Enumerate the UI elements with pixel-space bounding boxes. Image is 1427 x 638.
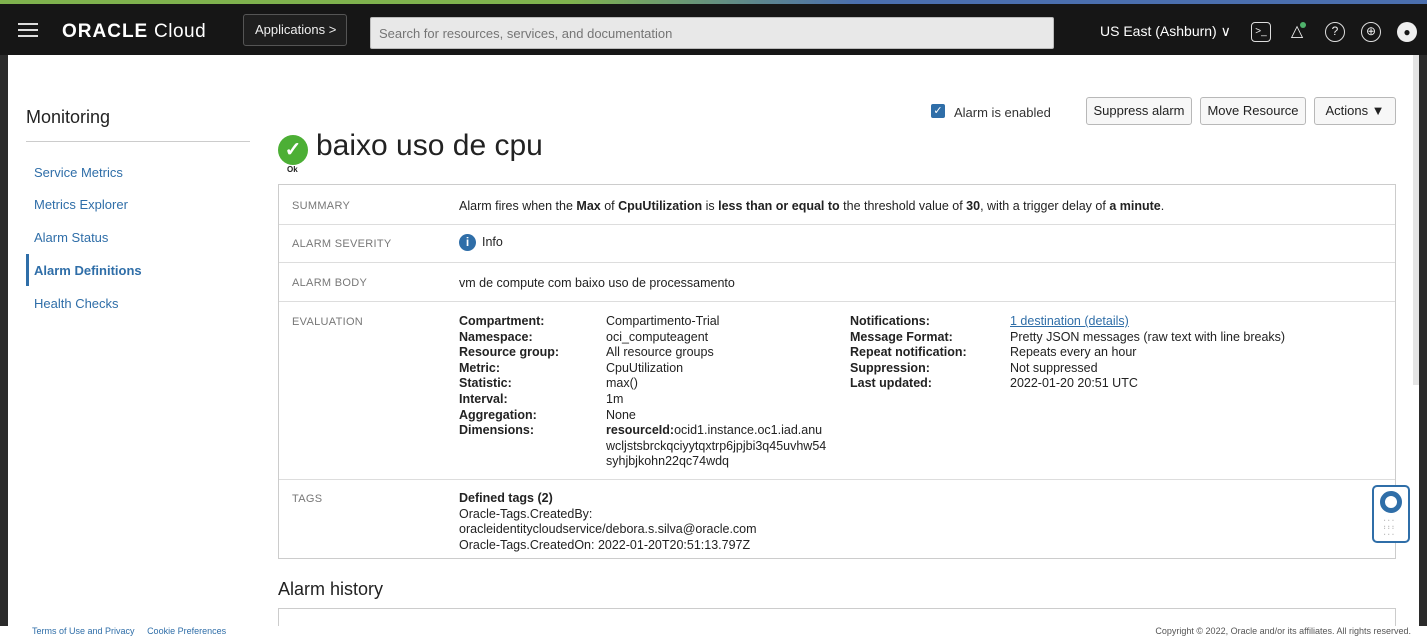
copyright-text: Copyright © 2022, Oracle and/or its affi… bbox=[1155, 626, 1411, 636]
sidebar-item-health-checks[interactable]: Health Checks bbox=[34, 296, 119, 311]
notification-dot bbox=[1300, 22, 1306, 28]
alarm-details-card: SUMMARY Alarm fires when the Max of CpuU… bbox=[278, 184, 1396, 559]
sidebar-divider bbox=[26, 141, 250, 142]
summary-row: SUMMARY Alarm fires when the Max of CpuU… bbox=[279, 185, 1395, 225]
top-bar: ORACLE Cloud Applications > US East (Ash… bbox=[0, 0, 1427, 55]
evaluation-label: EVALUATION bbox=[292, 316, 364, 328]
page-title: baixo uso de cpu bbox=[316, 129, 543, 162]
help-widget-button[interactable]: ⁚⁚⁚ ⁚⁚⁚ bbox=[1372, 485, 1410, 543]
evaluation-values-right: 1 destination (details) Pretty JSON mess… bbox=[1010, 314, 1286, 391]
alarm-enabled-label: Alarm is enabled bbox=[954, 105, 1051, 120]
page-scrollbar[interactable] bbox=[1413, 55, 1419, 385]
oracle-cloud-logo[interactable]: ORACLE Cloud bbox=[62, 21, 206, 43]
alarm-body-label: ALARM BODY bbox=[292, 277, 368, 289]
profile-icon[interactable]: ● bbox=[1397, 22, 1417, 42]
sidebar-title: Monitoring bbox=[26, 107, 111, 127]
evaluation-row: EVALUATION Compartment: Namespace: Resou… bbox=[279, 302, 1395, 480]
actions-dropdown-button[interactable]: Actions ▼ bbox=[1314, 97, 1396, 125]
ok-status-icon: ✓ bbox=[278, 135, 308, 165]
severity-label: ALARM SEVERITY bbox=[292, 238, 392, 250]
evaluation-keys-left: Compartment: Namespace: Resource group: … bbox=[459, 314, 560, 438]
search-input[interactable] bbox=[370, 17, 1054, 49]
terms-link[interactable]: Terms of Use and Privacy bbox=[32, 626, 135, 636]
alarm-body-row: ALARM BODY vm de compute com baixo uso d… bbox=[279, 263, 1395, 302]
summary-label: SUMMARY bbox=[292, 200, 351, 212]
grid-dots-icon: ⁚⁚⁚ ⁚⁚⁚ bbox=[1383, 519, 1396, 538]
tags-row: TAGS Defined tags (2) Oracle-Tags.Create… bbox=[279, 480, 1395, 558]
severity-value: i Info bbox=[459, 234, 503, 251]
summary-text: Alarm fires when the Max of CpuUtilizati… bbox=[459, 199, 1165, 213]
lifebuoy-icon bbox=[1380, 491, 1402, 513]
top-accent-line bbox=[0, 0, 1427, 4]
dimensions-value: resourceId:ocid1.instance.oc1.iad.anu bbox=[606, 423, 823, 438]
evaluation-keys-right: Notifications: Message Format: Repeat no… bbox=[850, 314, 967, 391]
region-selector[interactable]: US East (Ashburn) ∨ bbox=[1100, 23, 1231, 40]
suppress-alarm-button[interactable]: Suppress alarm bbox=[1086, 97, 1192, 125]
sidebar-item-alarm-definitions[interactable]: Alarm Definitions bbox=[34, 263, 142, 278]
help-icon[interactable]: ? bbox=[1325, 22, 1345, 42]
status-label: Ok bbox=[287, 165, 298, 174]
applications-button[interactable]: Applications > bbox=[243, 14, 347, 46]
alarm-body-value: vm de compute com baixo uso de processam… bbox=[459, 276, 735, 290]
sidebar-item-service-metrics[interactable]: Service Metrics bbox=[34, 165, 123, 180]
move-resource-button[interactable]: Move Resource bbox=[1200, 97, 1306, 125]
info-icon: i bbox=[459, 234, 476, 251]
menu-icon[interactable] bbox=[18, 23, 38, 37]
evaluation-values-left: Compartimento-Trial oci_computeagent All… bbox=[606, 314, 846, 470]
tags-label: TAGS bbox=[292, 493, 323, 505]
globe-icon[interactable]: ⊕ bbox=[1361, 22, 1381, 42]
tags-value: Defined tags (2) Oracle-Tags.CreatedBy: … bbox=[459, 491, 757, 552]
severity-row: ALARM SEVERITY i Info bbox=[279, 225, 1395, 263]
page-content: Monitoring Service Metrics Metrics Explo… bbox=[8, 55, 1419, 638]
alarm-history-heading: Alarm history bbox=[278, 579, 384, 599]
cloud-shell-icon[interactable]: >_ bbox=[1251, 22, 1271, 42]
footer-links: Terms of Use and Privacy Cookie Preferen… bbox=[32, 626, 226, 636]
sidebar-item-metrics-explorer[interactable]: Metrics Explorer bbox=[34, 197, 128, 212]
sidebar-active-indicator bbox=[26, 254, 29, 286]
cookie-preferences-link[interactable]: Cookie Preferences bbox=[147, 626, 226, 636]
sidebar-item-alarm-status[interactable]: Alarm Status bbox=[34, 230, 108, 245]
alarm-enabled-checkbox[interactable]: ✓ bbox=[931, 104, 945, 118]
notifications-destination-link[interactable]: 1 destination (details) bbox=[1010, 314, 1129, 328]
